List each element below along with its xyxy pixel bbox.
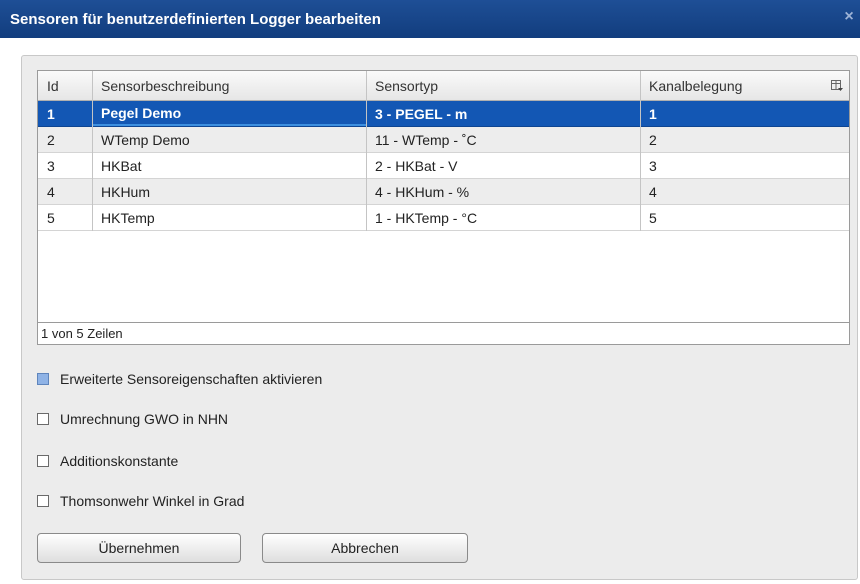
cell-kanalbelegung[interactable]: 1: [640, 101, 851, 126]
table-footer-row-count: 1 von 5 Zeilen: [38, 322, 849, 344]
column-divider[interactable]: [92, 71, 93, 231]
checkbox-thomsonwehr-winkel[interactable]: Thomsonwehr Winkel in Grad: [37, 493, 244, 509]
checkbox-box[interactable]: [37, 413, 49, 425]
column-header-kanalbelegung[interactable]: Kanalbelegung: [640, 71, 851, 100]
checkbox-label: Umrechnung GWO in NHN: [60, 411, 229, 427]
column-chooser-icon[interactable]: [831, 79, 843, 91]
column-header-sensorbeschreibung[interactable]: Sensorbeschreibung: [92, 71, 366, 100]
checkbox-box[interactable]: [37, 373, 49, 385]
checkbox-box[interactable]: [37, 455, 49, 467]
close-icon[interactable]: ×: [842, 9, 856, 25]
checkbox-erweiterte-sensoreigenschaften[interactable]: Erweiterte Sensoreigenschaften aktiviere…: [37, 371, 322, 387]
cell-id: 1: [47, 105, 55, 122]
cell-sensorbeschreibung[interactable]: HKTemp: [92, 205, 366, 230]
cell-sensorbeschreibung[interactable]: HKBat: [92, 153, 366, 178]
cell-kanalbelegung[interactable]: 4: [640, 179, 851, 204]
checkbox-label: Additionskonstante: [60, 453, 179, 469]
column-divider[interactable]: [366, 71, 367, 231]
cell-sensortyp[interactable]: 2 - HKBat - V: [366, 153, 640, 178]
cell-sensorbeschreibung[interactable]: Pegel Demo: [92, 101, 366, 126]
cell-sensortyp[interactable]: 4 - HKHum - %: [366, 179, 640, 204]
cell-kanalbelegung[interactable]: 2: [640, 127, 851, 152]
apply-button[interactable]: Übernehmen: [37, 533, 241, 563]
checkbox-label: Erweiterte Sensoreigenschaften aktiviere…: [60, 371, 323, 387]
cell-kanalbelegung[interactable]: 3: [640, 153, 851, 178]
cancel-button[interactable]: Abbrechen: [262, 533, 468, 563]
cell-id: 3: [47, 157, 55, 174]
cell-sensortyp[interactable]: 11 - WTemp - ˚C: [366, 127, 640, 152]
table-row[interactable]: 4 HKHum 4 - HKHum - % 4: [38, 179, 849, 205]
table-row[interactable]: 2 WTemp Demo 11 - WTemp - ˚C 2: [38, 127, 849, 153]
cell-sensorbeschreibung[interactable]: HKHum: [92, 179, 366, 204]
cell-sensortyp[interactable]: 1 - HKTemp - °C: [366, 205, 640, 230]
table-row[interactable]: 5 HKTemp 1 - HKTemp - °C 5: [38, 205, 849, 231]
checkbox-additionskonstante[interactable]: Additionskonstante: [37, 453, 178, 469]
cell-sensortyp[interactable]: 3 - PEGEL - m: [366, 101, 640, 126]
sensor-table: Id Sensorbeschreibung Sensortyp Kanalbel…: [37, 70, 850, 345]
cell-id: 4: [47, 183, 55, 200]
column-header-sensortyp[interactable]: Sensortyp: [366, 71, 640, 100]
window-titlebar: Sensoren für benutzerdefinierten Logger …: [0, 0, 860, 38]
table-row[interactable]: 1 Pegel Demo 3 - PEGEL - m 1: [38, 101, 849, 127]
table-row[interactable]: 3 HKBat 2 - HKBat - V 3: [38, 153, 849, 179]
column-divider[interactable]: [640, 71, 641, 231]
table-header: Id Sensorbeschreibung Sensortyp Kanalbel…: [38, 71, 849, 101]
checkbox-box[interactable]: [37, 495, 49, 507]
cell-sensorbeschreibung[interactable]: WTemp Demo: [92, 127, 366, 152]
cell-id: 2: [47, 131, 55, 148]
cell-kanalbelegung[interactable]: 5: [640, 205, 851, 230]
cell-id: 5: [47, 209, 55, 226]
checkbox-label: Thomsonwehr Winkel in Grad: [60, 493, 245, 509]
window-title: Sensoren für benutzerdefinierten Logger …: [10, 10, 381, 28]
column-header-id[interactable]: Id: [38, 71, 92, 100]
checkbox-umrechnung-gwo[interactable]: Umrechnung GWO in NHN: [37, 411, 228, 427]
